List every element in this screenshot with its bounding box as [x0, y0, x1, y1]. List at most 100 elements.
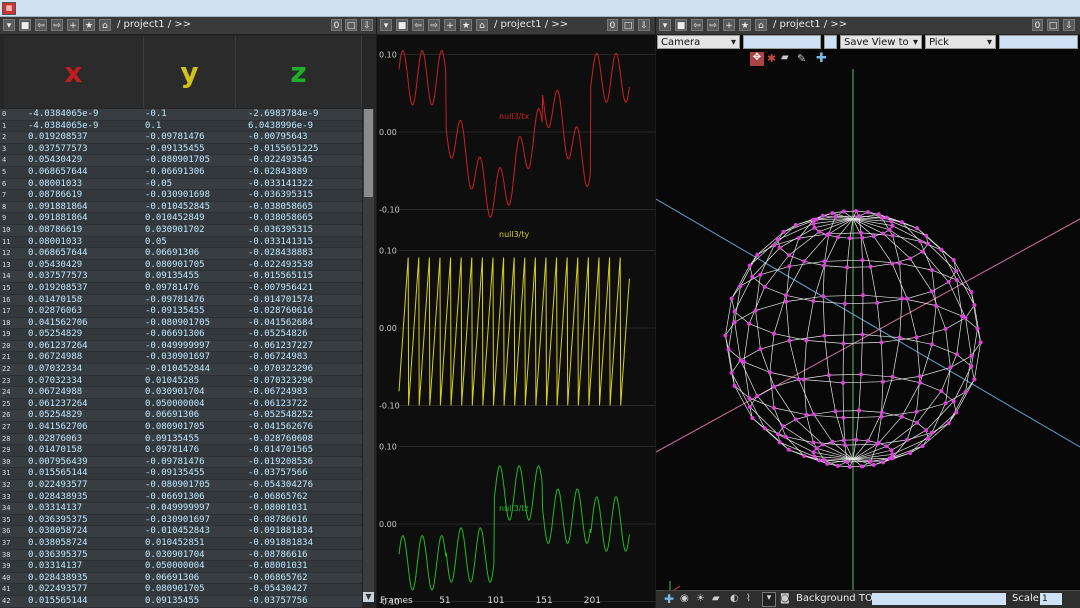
- brush-tool-icon[interactable]: ✎: [797, 52, 806, 65]
- table-row[interactable]: 20 0.061237264 -0.049999997 -0.061237227: [0, 340, 362, 353]
- table-row[interactable]: 32 0.022493577 -0.080901705 -0.054304276: [0, 480, 362, 492]
- menu-arrow-icon[interactable]: ▾: [3, 19, 15, 31]
- home-icon[interactable]: ⌂: [99, 19, 111, 31]
- table-row[interactable]: 19 0.05254829 -0.06691306 -0.05254826: [0, 329, 362, 341]
- bookmark-star-icon[interactable]: ★: [739, 19, 751, 31]
- viewport-3d[interactable]: [656, 69, 1080, 607]
- camera-select[interactable]: Camera: [657, 35, 740, 50]
- background-toggle-icon[interactable]: ▾: [762, 592, 776, 607]
- table-row[interactable]: 29 0.01470158 0.09781476 -0.014701565: [0, 445, 362, 457]
- table-row[interactable]: 3 0.037577573 -0.09135455 -0.0155651225: [0, 143, 362, 156]
- table-scrollbar[interactable]: ▼: [362, 109, 374, 602]
- table-row[interactable]: 15 0.019208537 0.09781476 -0.007956421: [0, 282, 362, 295]
- table-row[interactable]: 16 0.01470158 -0.09781476 -0.014701574: [0, 294, 362, 307]
- table-row[interactable]: 36 0.038058724 -0.010452843 -0.091881834: [0, 526, 362, 538]
- table-row[interactable]: 18 0.041562706 -0.080901705 -0.041562684: [0, 317, 362, 330]
- bookmark-star-icon[interactable]: ★: [83, 19, 95, 31]
- forward-arrow-icon[interactable]: ⇨: [428, 19, 440, 31]
- network-path[interactable]: / project1 / >>: [117, 19, 191, 30]
- camera-name-field[interactable]: [743, 35, 821, 49]
- table-row[interactable]: 31 0.015565144 -0.09135455 -0.03757566: [0, 468, 362, 480]
- table-row[interactable]: 13 0.05430429 0.080901705 -0.022493538: [0, 259, 362, 272]
- scale-field[interactable]: 1: [1040, 593, 1062, 605]
- table-row[interactable]: 12 0.068657644 0.06691306 -0.028438883: [0, 248, 362, 260]
- table-row[interactable]: 25 0.061237264 0.050000004 -0.06123722: [0, 398, 362, 411]
- background-top-field[interactable]: [872, 593, 1006, 605]
- pick-field[interactable]: [999, 35, 1078, 49]
- transform-tool-icon[interactable]: ✱: [767, 52, 776, 65]
- pane-type-icon[interactable]: ■: [396, 19, 408, 31]
- table-row[interactable]: 37 0.038058724 0.010452851 -0.091881834: [0, 537, 362, 550]
- scroll-down-icon[interactable]: ▼: [363, 592, 374, 602]
- camera-tool-icon[interactable]: ▰: [781, 52, 789, 63]
- maximize-icon[interactable]: □: [1047, 19, 1059, 31]
- table-row[interactable]: 27 0.041562706 0.080901705 -0.041562676: [0, 422, 362, 434]
- forward-arrow-icon[interactable]: ⇨: [707, 19, 719, 31]
- table-row[interactable]: 2 0.019208537 -0.09781476 -0.00795643: [0, 132, 362, 144]
- table-row[interactable]: 30 0.007956439 -0.09781476 -0.019208536: [0, 456, 362, 469]
- bookmark-star-icon[interactable]: ★: [460, 19, 472, 31]
- table-row[interactable]: 26 0.05254829 0.06691306 -0.052548252: [0, 410, 362, 423]
- table-row[interactable]: 6 0.08001033 -0.05 -0.033141322: [0, 178, 362, 191]
- network-path[interactable]: / project1 / >>: [494, 19, 568, 30]
- table-row[interactable]: 24 0.06724988 0.030901704 -0.06724983: [0, 387, 362, 399]
- display-icon[interactable]: ▰: [712, 593, 720, 604]
- lighting-icon[interactable]: ☀: [696, 593, 705, 604]
- save-view-select[interactable]: Save View to: [840, 35, 922, 50]
- table-row[interactable]: 7 0.08786619 -0.030901698 -0.036395315: [0, 190, 362, 202]
- table-row[interactable]: 9 0.091881864 0.010452849 -0.038058665: [0, 213, 362, 225]
- row-index: 24: [2, 388, 11, 397]
- select-tool-icon[interactable]: ✥: [750, 52, 764, 66]
- table-row[interactable]: 17 0.02876063 -0.09135455 -0.028760616: [0, 306, 362, 318]
- maximize-icon[interactable]: □: [622, 19, 634, 31]
- maximize-icon[interactable]: □: [345, 19, 357, 31]
- scrollbar-thumb[interactable]: [364, 109, 373, 197]
- split-down-icon[interactable]: ⇩: [361, 19, 373, 31]
- table-row[interactable]: 40 0.028438935 0.06691306 -0.06865762: [0, 572, 362, 585]
- network-path[interactable]: / project1 / >>: [773, 19, 847, 30]
- home-view-icon[interactable]: ✚: [816, 51, 827, 66]
- home-icon[interactable]: ✚: [664, 592, 674, 606]
- table-row[interactable]: 10 0.08786619 0.030901702 -0.036395315: [0, 224, 362, 237]
- table-row[interactable]: 1 -4.0384065e-9 0.1 6.0438996e-9: [0, 120, 362, 133]
- table-row[interactable]: 11 0.08001033 0.05 -0.033141315: [0, 236, 362, 249]
- split-down-icon[interactable]: ⇩: [638, 19, 650, 31]
- table-row[interactable]: 0 -4.0384065e-9 -0.1 -2.6983784e-9: [0, 109, 362, 121]
- table-row[interactable]: 35 0.036395375 -0.030901697 -0.08786616: [0, 514, 362, 527]
- table-row[interactable]: 23 0.07032334 0.01045285 -0.070323296: [0, 375, 362, 388]
- camera-icon[interactable]: ◉: [680, 593, 689, 604]
- menu-arrow-icon[interactable]: ▾: [380, 19, 392, 31]
- background-camera-icon[interactable]: ◙: [780, 593, 790, 604]
- menu-arrow-icon[interactable]: ▾: [659, 19, 671, 31]
- table-row[interactable]: 8 0.091881864 -0.010452845 -0.038058665: [0, 201, 362, 214]
- home-icon[interactable]: ⌂: [755, 19, 767, 31]
- table-row[interactable]: 33 0.028438935 -0.06691306 -0.06865762: [0, 491, 362, 504]
- table-row[interactable]: 21 0.06724988 -0.030901697 -0.06724983: [0, 352, 362, 365]
- pane-type-icon[interactable]: ■: [675, 19, 687, 31]
- back-arrow-icon[interactable]: ⇦: [35, 19, 47, 31]
- table-row[interactable]: 22 0.07032334 -0.010452844 -0.070323296: [0, 364, 362, 376]
- pane-type-icon[interactable]: ■: [19, 19, 31, 31]
- table-row[interactable]: 42 0.015565144 0.09135455 -0.03757756: [0, 595, 362, 608]
- table-row[interactable]: 34 0.03314137 -0.049999997 -0.08001031: [0, 503, 362, 515]
- table-row[interactable]: 14 0.037577573 0.09135455 -0.015565115: [0, 271, 362, 283]
- add-icon[interactable]: +: [723, 19, 735, 31]
- camera-swatch[interactable]: [824, 35, 837, 49]
- table-row[interactable]: 4 0.05430429 -0.080901705 -0.022493545: [0, 155, 362, 167]
- table-row[interactable]: 28 0.02876063 0.09135455 -0.028760608: [0, 433, 362, 446]
- back-arrow-icon[interactable]: ⇦: [691, 19, 703, 31]
- add-icon[interactable]: +: [67, 19, 79, 31]
- table-row[interactable]: 38 0.036395375 0.030901704 -0.08786616: [0, 549, 362, 562]
- table-row[interactable]: 41 0.022493577 0.080901705 -0.05430427: [0, 584, 362, 596]
- pick-select[interactable]: Pick: [925, 35, 996, 50]
- forward-arrow-icon[interactable]: ⇨: [51, 19, 63, 31]
- split-down-icon[interactable]: ⇩: [1063, 19, 1075, 31]
- normals-icon[interactable]: ⌇: [746, 593, 751, 604]
- table-row[interactable]: 39 0.03314137 0.050000004 -0.08001031: [0, 561, 362, 573]
- shading-icon[interactable]: ◐: [730, 593, 739, 604]
- home-icon[interactable]: ⌂: [476, 19, 488, 31]
- channel-graph[interactable]: 0.10 0.00 -0.10 null3/tx 0.10 0.00 -0.10 null3/…: [377, 35, 655, 608]
- table-row[interactable]: 5 0.068657644 -0.06691306 -0.02843889: [0, 166, 362, 179]
- add-icon[interactable]: +: [444, 19, 456, 31]
- back-arrow-icon[interactable]: ⇦: [412, 19, 424, 31]
